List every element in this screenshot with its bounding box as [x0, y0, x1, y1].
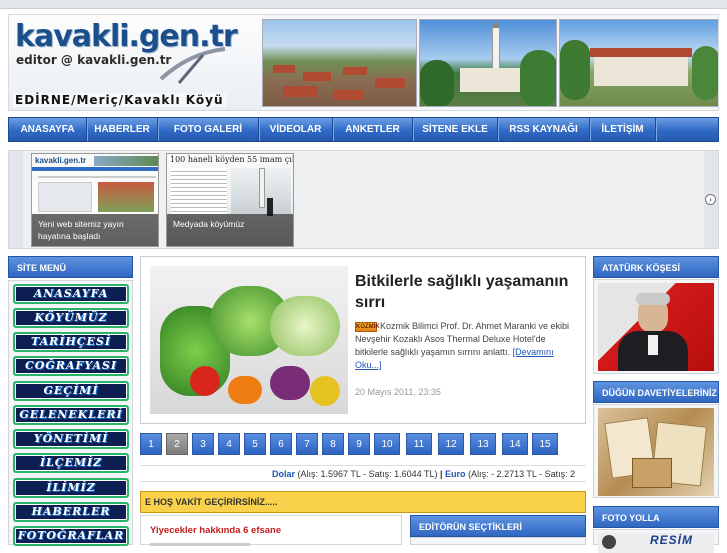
nav-haberler[interactable]: HABERLER — [87, 118, 158, 141]
editor-picks-box — [410, 537, 586, 545]
menu-label: İLİMİZ — [46, 481, 96, 494]
site-menu: ANASAYFA KÖYÜMÜZ TARİHÇESİ COĞRAFYASI GE… — [8, 280, 133, 546]
featured-date: 20 Mayıs 2011, 23:35 — [355, 387, 441, 397]
editor-picks-title: EDİTÖRÜN SEÇTİKLERİ — [410, 515, 586, 537]
foto-yolla-box: RESİM — [593, 529, 719, 553]
ataturk-corner-title: ATATÜRK KÖŞESİ — [593, 256, 719, 278]
slide-item[interactable]: 100 haneli köyden 55 imam çıktı Medyada … — [166, 153, 294, 247]
top-strip — [0, 0, 727, 9]
ataturk-corner-box — [593, 279, 719, 374]
menu-ilcemiz[interactable]: İLÇEMİZ — [13, 453, 129, 473]
menu-koyumuz[interactable]: KÖYÜMÜZ — [13, 308, 129, 328]
dugun-title: DÜĞÜN DAVETİYELERİNİZ — [593, 381, 719, 403]
editor-email: editor @ kavakli.gen.tr — [16, 53, 172, 67]
kozmik-badge-icon: KOZMİK — [355, 321, 380, 332]
currency-separator: | — [439, 469, 443, 479]
menu-haberler[interactable]: HABERLER — [13, 502, 129, 522]
dolar-label: Dolar — [272, 469, 296, 479]
menu-anasayfa[interactable]: ANASAYFA — [13, 284, 129, 304]
slide-caption: Yeni web sitemiz yayın hayatına başladı — [32, 214, 158, 246]
menu-ilimiz[interactable]: İLİMİZ — [13, 478, 129, 498]
euro-label: Euro — [445, 469, 466, 479]
slide-caption: Medyada köyümüz — [167, 214, 293, 246]
slide-thumb-text: 100 haneli köyden 55 imam çıktı — [170, 155, 294, 164]
page-button-1[interactable]: 1 — [140, 433, 162, 455]
welcome-marquee: E HOŞ VAKİT GEÇİRİRSİNİZ..... — [140, 491, 586, 513]
menu-fotograflar[interactable]: FOTOĞRAFLAR — [13, 526, 129, 546]
slide-thumb-text: kavakli.gen.tr — [35, 156, 87, 165]
page-button-5[interactable]: 5 — [244, 433, 266, 455]
menu-label: ANASAYFA — [33, 287, 109, 300]
pagination: 1 2 3 4 5 6 7 8 9 10 11 12 13 14 15 — [140, 433, 586, 457]
nav-foto-galeri[interactable]: FOTO GALERİ — [158, 118, 259, 141]
news-item-title[interactable]: Yiyecekler hakkında 6 efsane — [150, 525, 281, 536]
featured-body: KOZMİKKozmik Bilimci Prof. Dr. Ahmet Mar… — [355, 320, 581, 372]
featured-vegetables-image[interactable] — [150, 266, 348, 414]
nav-sitene-ekle[interactable]: SİTENE EKLE — [413, 118, 498, 141]
featured-title[interactable]: Bitkilerle sağlıklı yaşamanın sırrı — [355, 271, 583, 313]
foto-yolla-title: FOTO YOLLA — [593, 506, 719, 528]
ataturk-portrait-image[interactable] — [598, 283, 714, 371]
slider-next-icon[interactable]: › — [705, 194, 716, 205]
menu-label: TARİHÇESİ — [30, 335, 112, 348]
currency-ticker: Dolar (Alış: 1.5967 TL - Satış: 1.6044 T… — [140, 465, 586, 482]
village-aerial-photo — [262, 19, 417, 107]
menu-label: KÖYÜMÜZ — [34, 311, 108, 324]
location-text: EDİRNE/Meriç/Kavaklı Köyü — [13, 93, 226, 107]
menu-label: HABERLER — [31, 505, 111, 518]
send-photo-image[interactable]: RESİM — [598, 533, 714, 553]
menu-cografyasi[interactable]: COĞRAFYASI — [13, 356, 129, 376]
euro-alis: (Alış: - 2.2713 TL — [468, 469, 537, 479]
menu-yonetimi[interactable]: YÖNETİMİ — [13, 429, 129, 449]
page-button-12[interactable]: 12 — [438, 433, 464, 455]
page-button-15[interactable]: 15 — [532, 433, 558, 455]
page-button-3[interactable]: 3 — [192, 433, 214, 455]
menu-label: FOTOĞRAFLAR — [17, 529, 125, 542]
menu-gecimi[interactable]: GEÇİMİ — [13, 381, 129, 401]
site-header: kavakli.gen.tr editor @ kavakli.gen.tr E… — [8, 14, 719, 111]
euro-satis: Satış: 2 — [544, 469, 576, 479]
slide-item[interactable]: kavakli.gen.tr Yeni web sitemiz yayın ha… — [31, 153, 159, 247]
nav-rss[interactable]: RSS KAYNAĞI — [498, 118, 590, 141]
invitation-cards-image[interactable] — [598, 408, 714, 496]
nav-anketler[interactable]: ANKETLER — [333, 118, 413, 141]
mosque-photo — [419, 19, 557, 107]
site-logo[interactable]: kavakli.gen.tr editor @ kavakli.gen.tr E… — [9, 15, 262, 110]
menu-label: YÖNETİMİ — [33, 432, 109, 445]
site-menu-title: SİTE MENÜ — [8, 256, 133, 278]
dugun-box — [593, 404, 719, 498]
slider-left-edge — [9, 151, 23, 248]
menu-label: İLÇEMİZ — [39, 456, 103, 469]
dolar-satis: Satış: 1.6044 TL) — [368, 469, 438, 479]
page-button-6[interactable]: 6 — [270, 433, 292, 455]
menu-gelenekleri[interactable]: GELENEKLERİ — [13, 405, 129, 425]
nav-anasayfa[interactable]: ANASAYFA — [9, 118, 87, 141]
page-button-4[interactable]: 4 — [218, 433, 240, 455]
main-nav: ANASAYFA HABERLER FOTO GALERİ VİDEOLAR A… — [8, 117, 719, 142]
featured-article: Bitkilerle sağlıklı yaşamanın sırrı KOZM… — [140, 256, 586, 424]
page-button-2[interactable]: 2 — [166, 433, 188, 455]
news-list: Yiyecekler hakkında 6 efsane — [140, 515, 402, 546]
menu-tarihcesi[interactable]: TARİHÇESİ — [13, 332, 129, 352]
news-slider: kavakli.gen.tr Yeni web sitemiz yayın ha… — [8, 150, 719, 249]
school-photo — [559, 19, 718, 107]
page-button-14[interactable]: 14 — [502, 433, 528, 455]
page-button-7[interactable]: 7 — [296, 433, 318, 455]
page-button-11[interactable]: 11 — [406, 433, 432, 455]
page-button-13[interactable]: 13 — [470, 433, 496, 455]
menu-label: GEÇİMİ — [43, 384, 99, 397]
nav-videolar[interactable]: VİDEOLAR — [259, 118, 333, 141]
nav-iletisim[interactable]: İLETİŞİM — [590, 118, 656, 141]
page-button-9[interactable]: 9 — [348, 433, 370, 455]
dolar-alis: (Alış: 1.5967 TL — [297, 469, 361, 479]
menu-label: GELENEKLERİ — [19, 408, 123, 421]
page-button-8[interactable]: 8 — [322, 433, 344, 455]
page-button-10[interactable]: 10 — [374, 433, 400, 455]
menu-label: COĞRAFYASI — [25, 359, 117, 372]
